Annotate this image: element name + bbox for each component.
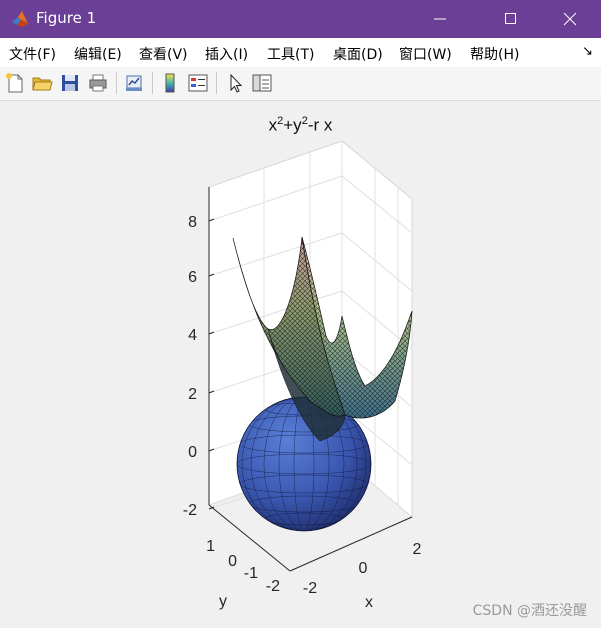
link-plot-icon[interactable] [123,72,145,94]
figure-toolbar [0,67,601,101]
figure-canvas[interactable]: x2+y2-r x 8 6 4 2 0 -2 1 0 -1 -2 y 2 0 -… [0,101,601,628]
menu-window[interactable]: 窗口(W) [399,44,452,64]
z-tick-label: 4 [188,327,197,344]
menu-tools[interactable]: 工具(T) [267,44,314,64]
menu-insert[interactable]: 插入(I) [205,44,248,64]
window-titlebar: Figure 1 [0,0,601,38]
y-tick-label: -1 [244,565,258,582]
maximize-icon [505,13,516,24]
watermark: CSDN @酒还没醒 [472,603,587,619]
z-tick-label: 6 [188,269,197,286]
new-figure-icon[interactable] [4,72,26,94]
z-tick-label: -2 [183,502,197,519]
y-tick-label: -2 [266,578,280,595]
window-title: Figure 1 [36,9,97,27]
menu-desktop[interactable]: 桌面(D) [333,44,383,64]
pointer-icon[interactable] [224,72,246,94]
y-tick-label: 1 [206,538,215,555]
menu-file[interactable]: 文件(F) [9,44,56,64]
menu-view[interactable]: 查看(V) [139,44,188,64]
menu-edit[interactable]: 编辑(E) [74,44,122,64]
open-file-icon[interactable] [31,72,53,94]
colorbar-icon[interactable] [159,72,181,94]
minimize-button[interactable] [417,0,463,38]
x-tick-label: 2 [413,541,422,558]
toolbar-separator [116,72,117,94]
minimize-icon [434,18,446,20]
legend-icon[interactable] [187,72,209,94]
maximize-button[interactable] [488,0,534,38]
z-tick-label: 0 [188,444,197,461]
property-editor-icon[interactable] [251,72,273,94]
z-tick-label: 8 [188,214,197,231]
y-axis-label: y [219,593,227,610]
x-tick-label: 0 [359,560,368,577]
axes-3d[interactable]: 8 6 4 2 0 -2 1 0 -1 -2 y 2 0 -2 x [0,101,601,628]
print-icon[interactable] [87,72,109,94]
x-tick-label: -2 [303,580,317,597]
close-icon [563,12,577,26]
toolbar-separator [216,72,217,94]
menu-bar: 文件(F) 编辑(E) 查看(V) 插入(I) 工具(T) 桌面(D) 窗口(W… [0,38,601,67]
z-tick-label: 2 [188,386,197,403]
toolbar-separator [152,72,153,94]
menu-help[interactable]: 帮助(H) [470,44,519,64]
matlab-logo-icon [12,11,28,27]
y-tick-label: 0 [228,553,237,570]
menu-overflow-arrow-icon[interactable]: ↘ [582,44,593,59]
x-axis-label: x [365,594,373,611]
close-button[interactable] [547,0,593,38]
save-icon[interactable] [59,72,81,94]
